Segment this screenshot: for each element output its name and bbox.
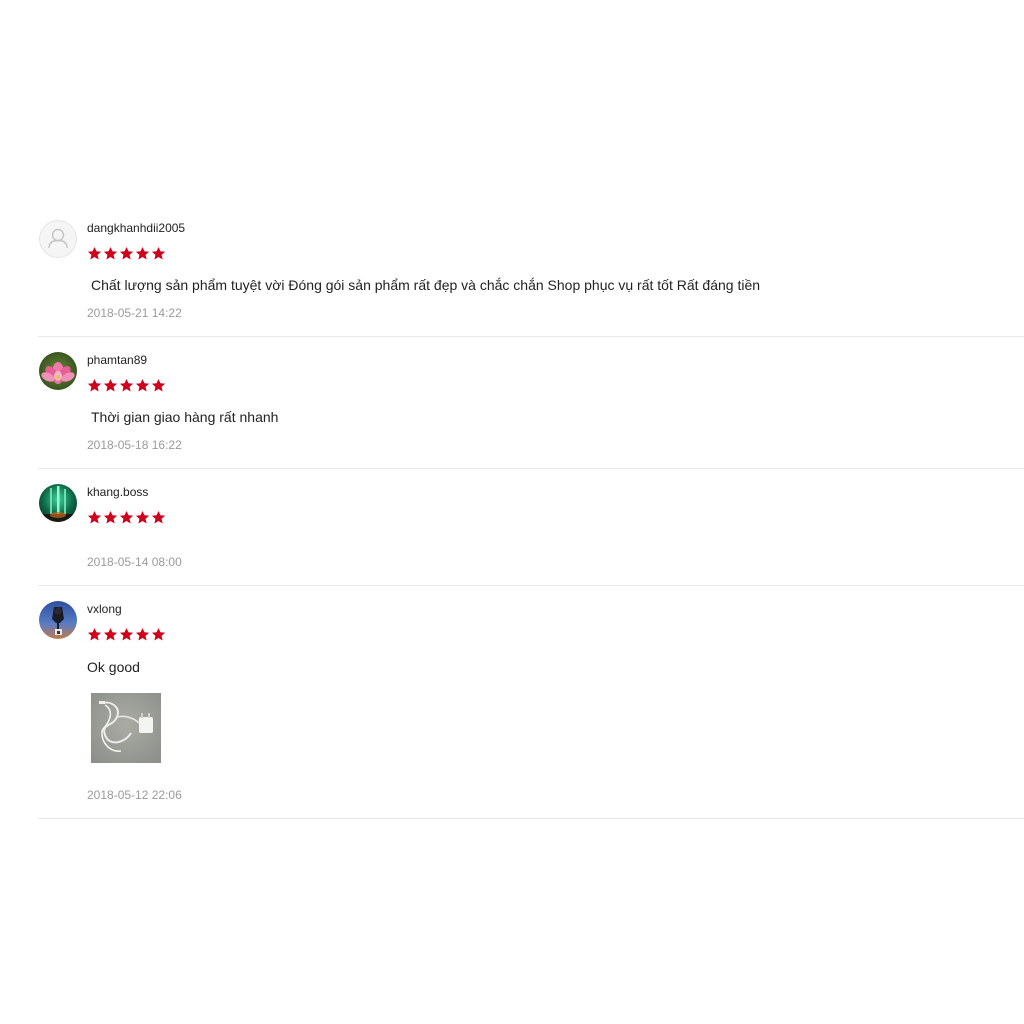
review-timestamp: 2018-05-18 16:22 — [87, 438, 182, 452]
review-item: dangkhanhdii2005 Chất lượng sản phẩm tuy… — [38, 205, 1024, 337]
star-icon — [135, 627, 150, 641]
star-icon — [119, 246, 134, 260]
username[interactable]: vxlong — [87, 602, 122, 616]
star-icon — [151, 627, 166, 641]
review-timestamp: 2018-05-12 22:06 — [87, 788, 182, 802]
review-item: vxlong Ok good 2018-05-12 22:06 — [38, 586, 1024, 819]
star-icon — [119, 510, 134, 524]
star-icon — [87, 510, 102, 524]
star-icon — [151, 246, 166, 260]
avatar[interactable] — [39, 484, 77, 522]
review-comment: Ok good — [87, 659, 140, 675]
review-item: phamtan89 Thời gian giao hàng rất nhanh … — [38, 337, 1024, 469]
star-rating — [87, 246, 166, 261]
lotus-flower-photo — [39, 352, 77, 390]
green-light-photo — [39, 484, 77, 522]
review-photo[interactable] — [91, 693, 161, 763]
avatar[interactable] — [39, 352, 77, 390]
review-item: khang.boss 2018-05-14 08:00 — [38, 469, 1024, 586]
review-comment: Thời gian giao hàng rất nhanh — [91, 409, 279, 425]
avatar[interactable] — [39, 601, 77, 639]
star-icon — [151, 378, 166, 392]
avatar[interactable] — [39, 220, 77, 258]
star-rating — [87, 510, 166, 525]
star-rating — [87, 627, 166, 642]
default-user-icon — [39, 220, 77, 258]
review-timestamp: 2018-05-14 08:00 — [87, 555, 182, 569]
star-icon — [135, 510, 150, 524]
star-icon — [103, 246, 118, 260]
star-icon — [151, 510, 166, 524]
star-icon — [87, 246, 102, 260]
star-icon — [135, 378, 150, 392]
review-comment: Chất lượng sản phẩm tuyệt vời Đóng gói s… — [91, 277, 761, 293]
review-timestamp: 2018-05-21 14:22 — [87, 306, 182, 320]
star-icon — [135, 246, 150, 260]
star-icon — [103, 627, 118, 641]
review-list: dangkhanhdii2005 Chất lượng sản phẩm tuy… — [38, 205, 1024, 819]
star-icon — [119, 627, 134, 641]
username[interactable]: phamtan89 — [87, 353, 147, 367]
username[interactable]: dangkhanhdii2005 — [87, 221, 185, 235]
charger-cable-photo — [91, 693, 161, 763]
star-icon — [87, 627, 102, 641]
star-icon — [103, 510, 118, 524]
star-rating — [87, 378, 166, 393]
star-icon — [103, 378, 118, 392]
person-sky-photo — [39, 601, 77, 639]
star-icon — [119, 378, 134, 392]
username[interactable]: khang.boss — [87, 485, 148, 499]
star-icon — [87, 378, 102, 392]
